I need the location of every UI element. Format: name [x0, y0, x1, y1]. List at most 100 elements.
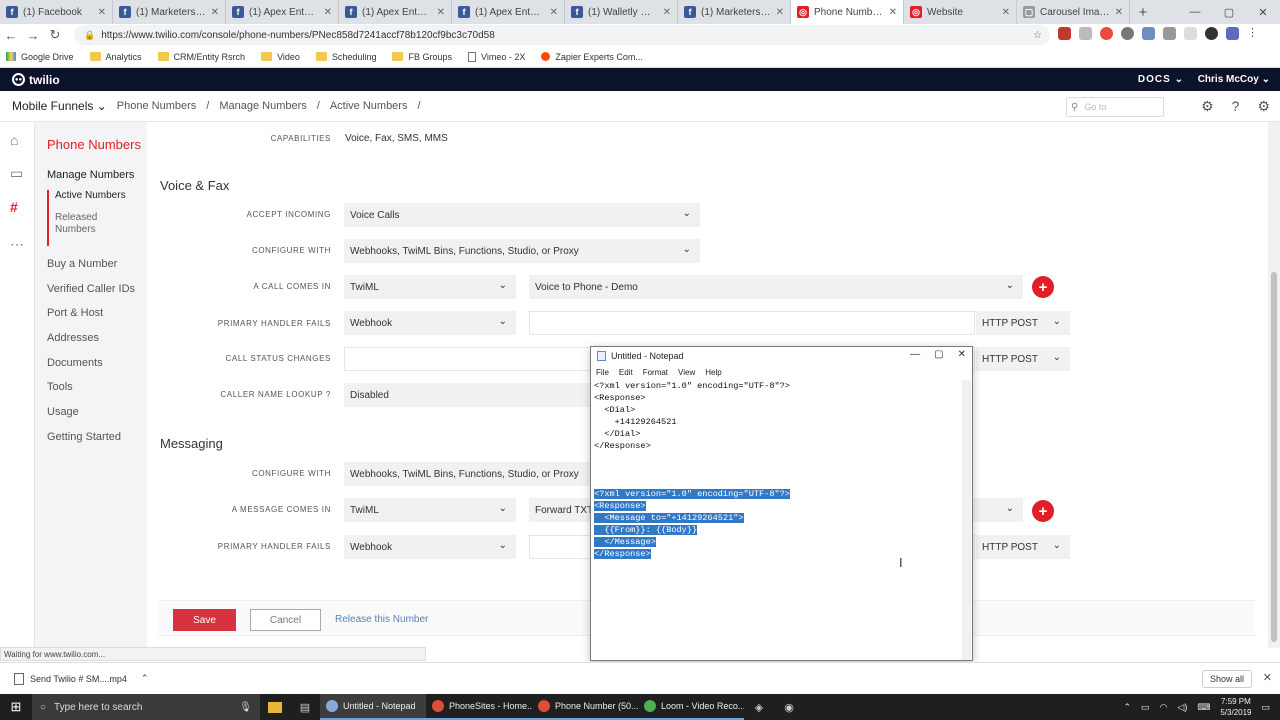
tab-close-icon[interactable]: ✕: [211, 7, 219, 18]
notepad-menu-item[interactable]: File: [596, 368, 609, 377]
notepad-scrollbar[interactable]: [962, 380, 971, 660]
extension-icon[interactable]: [1121, 27, 1134, 40]
breadcrumb-item[interactable]: Phone Numbers: [117, 100, 197, 112]
primary-fails-method-select[interactable]: HTTP POST ⌄: [976, 311, 1070, 335]
message-comes-in-type-select[interactable]: TwiML ⌄: [344, 498, 516, 522]
breadcrumb-item[interactable]: Manage Numbers: [219, 100, 306, 112]
nav-item[interactable]: Tools: [47, 381, 73, 393]
chevron-up-icon[interactable]: ⌃: [141, 673, 149, 684]
download-item[interactable]: Send Twilio # SM....mp4 ⌃: [0, 672, 149, 685]
url-input[interactable]: 🔒 https://www.twilio.com/console/phone-n…: [74, 25, 1050, 45]
reload-icon[interactable]: ↻: [44, 27, 66, 43]
show-all-button[interactable]: Show all: [1201, 670, 1252, 688]
minimize-icon[interactable]: —: [910, 349, 920, 360]
debugger-icon[interactable]: ⚙: [1201, 98, 1214, 115]
nav-item[interactable]: Port & Host: [47, 307, 103, 319]
maximize-icon[interactable]: ▢: [934, 349, 943, 360]
scrollbar-thumb[interactable]: [1271, 272, 1277, 642]
microphone-icon[interactable]: 🎙: [239, 702, 252, 713]
extension-icon[interactable]: [1100, 27, 1113, 40]
add-twiml-button[interactable]: +: [1032, 276, 1054, 298]
app-icon[interactable]: ◈: [744, 701, 774, 714]
accept-incoming-select[interactable]: Voice Calls ⌄: [344, 203, 700, 227]
keyboard-icon[interactable]: ⌨: [1197, 702, 1210, 713]
extension-icon[interactable]: [1079, 27, 1092, 40]
chat-icon[interactable]: ▭: [10, 165, 23, 182]
nav-item[interactable]: Addresses: [47, 332, 99, 344]
minimize-icon[interactable]: —: [1178, 0, 1212, 24]
call-status-method-select[interactable]: HTTP POST ⌄: [976, 347, 1070, 371]
release-number-link[interactable]: Release this Number: [335, 614, 428, 625]
forward-icon[interactable]: →: [22, 28, 44, 43]
close-icon[interactable]: ✕: [958, 349, 966, 360]
volume-icon[interactable]: ◁): [1177, 702, 1187, 713]
nav-title[interactable]: Phone Numbers: [47, 137, 141, 152]
back-icon[interactable]: ←: [0, 28, 22, 43]
tab-close-icon[interactable]: ✕: [663, 7, 671, 18]
twilio-logo[interactable]: ●● twilio: [0, 73, 60, 87]
nav-released-numbers[interactable]: Released Numbers: [55, 212, 117, 236]
home-icon[interactable]: ⌂: [10, 132, 18, 148]
browser-tab[interactable]: f (1) Walletly Comm ✕: [565, 0, 678, 24]
chevron-up-icon[interactable]: ⌃: [1124, 702, 1132, 713]
extension-icon[interactable]: [1142, 27, 1155, 40]
taskbar-app[interactable]: Untitled - Notepad: [320, 694, 426, 720]
tab-close-icon[interactable]: ✕: [437, 7, 445, 18]
add-message-twiml-button[interactable]: +: [1032, 500, 1054, 522]
settings-icon[interactable]: ⚙: [1257, 98, 1270, 115]
bookmark-item[interactable]: Video: [261, 52, 300, 62]
terminal-icon[interactable]: ▤: [290, 701, 320, 714]
notepad-menu-item[interactable]: View: [678, 368, 695, 377]
cancel-button[interactable]: Cancel: [250, 609, 321, 631]
app-icon[interactable]: ◉: [774, 701, 804, 714]
close-icon[interactable]: ✕: [1246, 0, 1280, 24]
call-comes-in-twiml-select[interactable]: Voice to Phone - Demo ⌄: [529, 275, 1023, 299]
msg-fails-method-select[interactable]: HTTP POST ⌄: [976, 535, 1070, 559]
primary-fails-url-input[interactable]: [529, 311, 975, 335]
browser-tab[interactable]: f (1) Apex Entourage ✕: [339, 0, 452, 24]
primary-fails-type-select[interactable]: Webhook ⌄: [344, 311, 516, 335]
nav-active-numbers[interactable]: Active Numbers: [55, 190, 126, 202]
browser-tab[interactable]: f (1) Apex Entourage ✕: [452, 0, 565, 24]
browser-tab[interactable]: f (1) Apex Entourage ✕: [226, 0, 339, 24]
search-input[interactable]: ⚲ Go to: [1066, 97, 1164, 117]
extension-icon[interactable]: [1205, 27, 1218, 40]
bookmark-item[interactable]: Scheduling: [315, 52, 376, 62]
nav-manage-numbers[interactable]: Manage Numbers: [47, 169, 134, 181]
browser-tab[interactable]: ◎ Phone Number (50 ✕: [791, 0, 904, 24]
nav-item[interactable]: Verified Caller IDs: [47, 283, 135, 295]
browser-tab[interactable]: ◎ Website ✕: [904, 0, 1017, 24]
browser-tab[interactable]: f (1) Marketers Mind ✕: [678, 0, 791, 24]
menu-dots-icon[interactable]: ⋮: [1247, 27, 1260, 40]
call-comes-in-type-select[interactable]: TwiML ⌄: [344, 275, 516, 299]
bookmark-item[interactable]: Analytics: [89, 52, 142, 62]
tab-close-icon[interactable]: ✕: [98, 7, 106, 18]
phone-numbers-icon[interactable]: #: [10, 199, 18, 215]
extension-icon[interactable]: [1184, 27, 1197, 40]
extension-icon[interactable]: [1226, 27, 1239, 40]
extension-icon[interactable]: [1058, 27, 1071, 40]
notifications-icon[interactable]: ▭: [1261, 702, 1270, 713]
windows-start-icon[interactable]: ⊞: [0, 699, 32, 715]
nav-item[interactable]: Getting Started: [47, 431, 121, 443]
extension-icon[interactable]: [1163, 27, 1176, 40]
page-scrollbar[interactable]: [1268, 122, 1280, 648]
browser-tab[interactable]: ▢ Carousel Image De ✕: [1017, 0, 1130, 24]
project-selector[interactable]: Mobile Funnels ⌄: [12, 99, 107, 113]
notepad-text-area[interactable]: <?xml version="1.0" encoding="UTF-8"?> <R…: [592, 380, 962, 660]
wifi-icon[interactable]: ◠: [1160, 702, 1168, 713]
taskbar-search[interactable]: ○ Type here to search 🎙: [32, 694, 260, 720]
help-icon[interactable]: ?: [1232, 98, 1240, 115]
taskbar-app[interactable]: Loom - Video Reco...: [638, 694, 744, 720]
msg-fails-type-select[interactable]: Webhook ⌄: [344, 535, 516, 559]
notepad-titlebar[interactable]: Untitled - Notepad — ▢ ✕: [591, 347, 972, 365]
bookmark-item[interactable]: Vimeo - 2X: [467, 51, 525, 62]
tab-close-icon[interactable]: ✕: [1115, 7, 1123, 18]
browser-tab[interactable]: f (1) Marketers Mind ✕: [113, 0, 226, 24]
docs-menu[interactable]: DOCS ⌄: [1138, 74, 1184, 85]
more-icon[interactable]: ⋯: [10, 236, 24, 253]
save-button[interactable]: Save: [173, 609, 236, 631]
user-menu[interactable]: Chris McCoy ⌄: [1198, 74, 1270, 85]
tab-close-icon[interactable]: ✕: [324, 7, 332, 18]
clock[interactable]: 7:59 PM 5/3/2019: [1220, 696, 1251, 718]
